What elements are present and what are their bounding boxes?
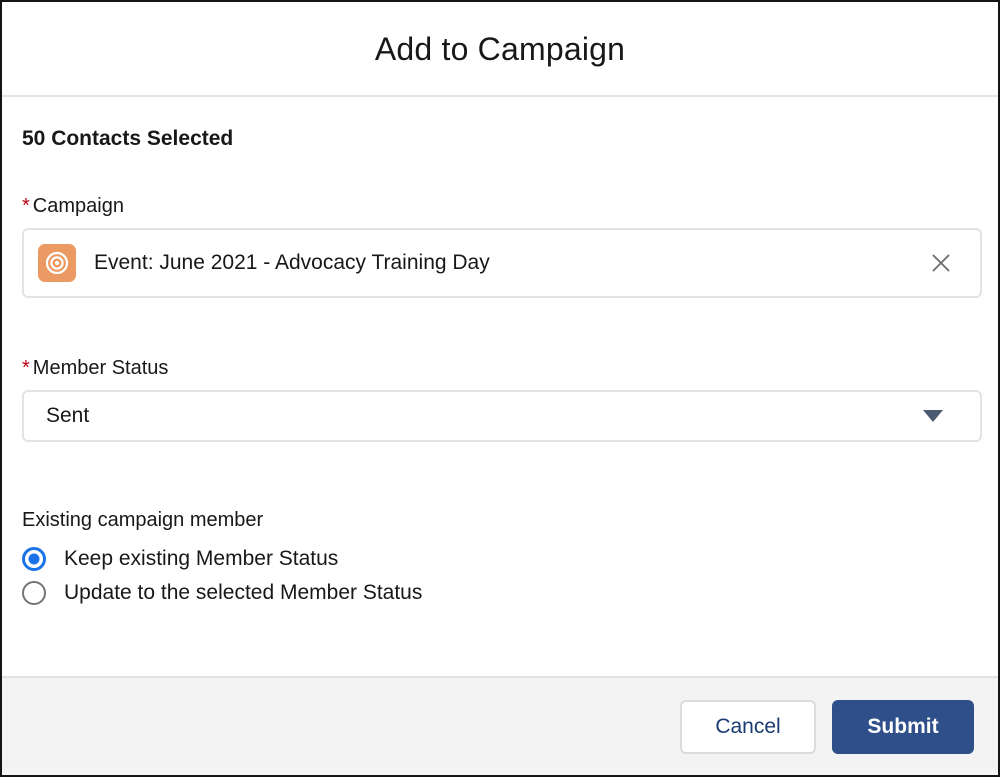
selection-count-text: 50 Contacts Selected [22,127,234,150]
radio-label: Keep existing Member Status [64,547,339,571]
campaign-lookup-input[interactable]: Event: June 2021 - Advocacy Training Day [22,228,982,299]
radio-keep-existing-member-status[interactable]: Keep existing Member Status [22,546,978,572]
member-status-selected-value: Sent [46,404,90,428]
add-to-campaign-modal: Add to Campaign 50 Contacts Selected * Ca… [0,0,1000,777]
modal-header: Add to Campaign [2,2,998,97]
radio-label: Update to the selected Member Status [64,581,423,605]
submit-button[interactable]: Submit [832,699,974,754]
member-status-select[interactable]: Sent [22,390,982,443]
close-icon[interactable] [924,246,958,280]
cancel-button[interactable]: Cancel [680,699,816,754]
required-asterisk-icon: * [22,195,30,218]
campaign-field-label: * Campaign [22,194,978,218]
member-status-label-text: Member Status [32,357,169,380]
member-status-field-block: * Member Status Sent [22,356,982,443]
chevron-down-icon[interactable] [920,403,946,429]
member-status-field-label: * Member Status [22,356,978,380]
campaign-selected-value: Event: June 2021 - Advocacy Training Day [94,251,490,275]
radio-update-to-selected-member-status[interactable]: Update to the selected Member Status [22,580,978,606]
campaign-target-icon [38,244,76,283]
campaign-field-block: * Campaign Event: June 2021 - Advocacy Tr… [22,194,982,299]
existing-member-radio-group: Existing campaign member Keep existing M… [22,508,978,607]
modal-body: 50 Contacts Selected * Campaign Event: Ju… [2,97,998,676]
radio-selected-icon [22,547,46,572]
existing-member-legend: Existing campaign member [22,509,264,532]
radio-unselected-icon [22,581,46,606]
modal-footer: Cancel Submit [2,676,998,775]
campaign-label-text: Campaign [32,195,124,218]
campaign-selected-pill[interactable]: Event: June 2021 - Advocacy Training Day [38,237,924,289]
page-title: Add to Campaign [374,30,626,67]
required-asterisk-icon: * [22,357,30,380]
